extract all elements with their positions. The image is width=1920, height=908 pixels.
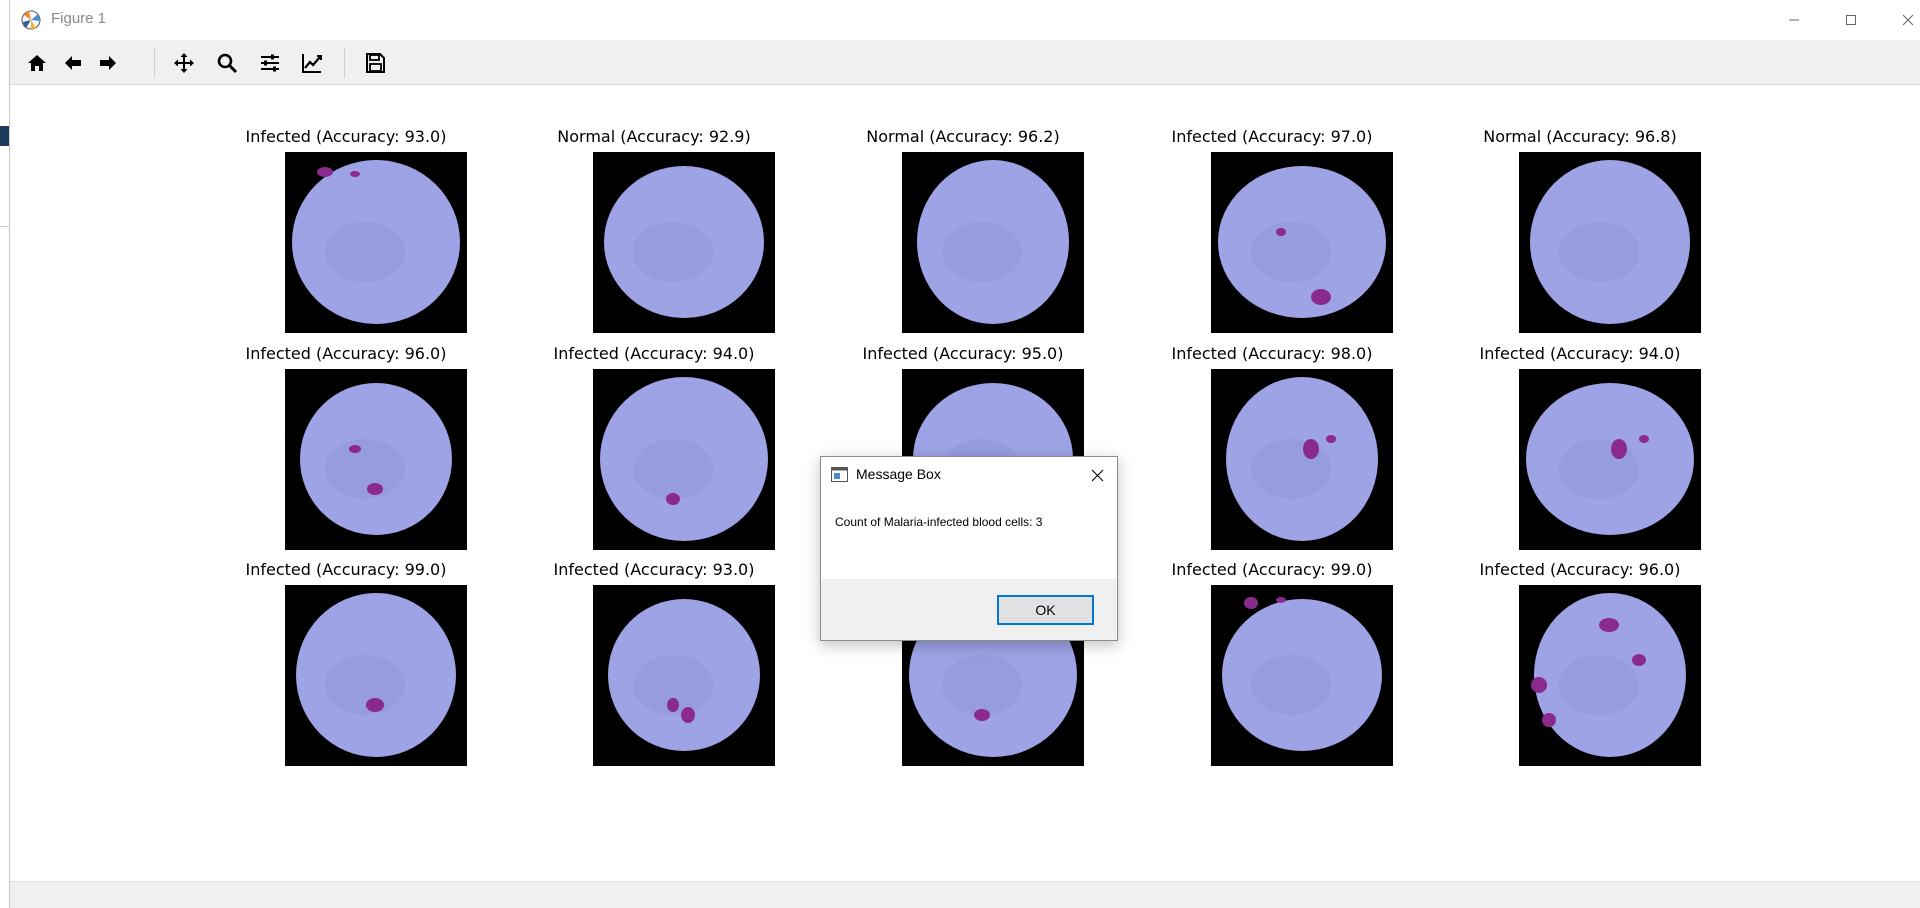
edit-axis-icon: [302, 54, 322, 73]
infected-blood-cell-image: [1211, 369, 1393, 550]
close-button[interactable]: [1885, 0, 1920, 40]
back-arrow-icon: [65, 56, 81, 70]
subplot-title: Normal (Accuracy: 96.2): [866, 127, 1060, 146]
status-bar: [10, 881, 1920, 908]
infected-blood-cell-image: [593, 369, 775, 550]
subplot-cell: Infected (Accuracy: 97.0): [1142, 127, 1402, 337]
ok-button[interactable]: OK: [997, 595, 1094, 625]
toolbar-separator: [344, 48, 345, 78]
message-box-title: Message Box: [856, 466, 941, 482]
minimize-icon: [1789, 19, 1799, 21]
navigation-toolbar: [10, 40, 1920, 85]
zoom-button[interactable]: [210, 46, 244, 80]
edit-axis-button[interactable]: [295, 46, 329, 80]
matplotlib-logo-icon: [20, 9, 42, 31]
forward-arrow-icon: [100, 56, 116, 70]
home-button[interactable]: [20, 46, 54, 80]
subplot-title: Infected (Accuracy: 99.0): [1171, 560, 1373, 579]
configure-subplots-button[interactable]: [253, 46, 287, 80]
figure-window: Figure 1 Infected (Accuracy: 93.0) Norma…: [9, 0, 1920, 908]
window-titlebar: Figure 1: [10, 0, 1920, 40]
desktop-divider: [0, 226, 9, 227]
message-box-footer: OK: [821, 579, 1117, 640]
configure-subplots-icon: [261, 54, 279, 72]
infected-blood-cell-image: [1519, 369, 1701, 550]
window-app-icon: [831, 467, 848, 482]
subplot-cell: Infected (Accuracy: 94.0): [1450, 344, 1710, 554]
window-title: Figure 1: [51, 10, 107, 27]
minimize-button[interactable]: [1771, 0, 1817, 40]
subplot-cell: Infected (Accuracy: 93.0): [216, 127, 476, 337]
save-icon: [366, 53, 385, 73]
normal-blood-cell-image: [1519, 152, 1701, 333]
forward-button[interactable]: [91, 46, 125, 80]
subplot-cell: Infected (Accuracy: 98.0): [1142, 344, 1402, 554]
subplot-title: Infected (Accuracy: 93.0): [245, 127, 447, 146]
message-box-dialog: Message Box Count of Malaria-infected bl…: [820, 456, 1118, 641]
back-button[interactable]: [56, 46, 90, 80]
subplot-title: Infected (Accuracy: 98.0): [1171, 344, 1373, 363]
toolbar-separator: [154, 48, 155, 78]
close-icon: [1902, 14, 1914, 26]
subplot-title: Infected (Accuracy: 99.0): [245, 560, 447, 579]
subplot-title: Infected (Accuracy: 95.0): [862, 344, 1064, 363]
subplot-title: Infected (Accuracy: 96.0): [1479, 560, 1681, 579]
infected-blood-cell-image: [285, 369, 467, 550]
message-box-close-button[interactable]: [1085, 463, 1109, 487]
infected-blood-cell-image: [1211, 585, 1393, 766]
zoom-icon: [217, 53, 238, 74]
message-box-text: Count of Malaria-infected blood cells: 3: [835, 515, 1043, 529]
subplot-cell: Infected (Accuracy: 93.0): [524, 560, 784, 770]
home-icon: [28, 55, 46, 71]
subplot-cell: Normal (Accuracy: 92.9): [524, 127, 784, 337]
normal-blood-cell-image: [593, 152, 775, 333]
normal-blood-cell-image: [902, 152, 1084, 333]
desktop-taskbar-fragment: [0, 126, 9, 146]
subplot-title: Infected (Accuracy: 93.0): [553, 560, 755, 579]
infected-blood-cell-image: [593, 585, 775, 766]
subplot-title: Infected (Accuracy: 96.0): [245, 344, 447, 363]
subplot-title: Normal (Accuracy: 96.8): [1483, 127, 1677, 146]
subplot-title: Normal (Accuracy: 92.9): [557, 127, 751, 146]
maximize-icon: [1846, 15, 1856, 25]
subplot-cell: Normal (Accuracy: 96.8): [1450, 127, 1710, 337]
infected-blood-cell-image: [285, 152, 467, 333]
subplot-cell: Infected (Accuracy: 99.0): [216, 560, 476, 770]
subplot-title: Infected (Accuracy: 97.0): [1171, 127, 1373, 146]
maximize-button[interactable]: [1828, 0, 1874, 40]
pan-icon: [174, 53, 194, 73]
save-button[interactable]: [358, 46, 392, 80]
subplot-cell: Infected (Accuracy: 99.0): [1142, 560, 1402, 770]
infected-blood-cell-image: [285, 585, 467, 766]
subplot-title: Infected (Accuracy: 94.0): [553, 344, 755, 363]
message-box-titlebar: Message Box: [821, 457, 1117, 493]
infected-blood-cell-image: [1211, 152, 1393, 333]
infected-blood-cell-image: [1519, 585, 1701, 766]
subplot-title: Infected (Accuracy: 94.0): [1479, 344, 1681, 363]
subplot-cell: Normal (Accuracy: 96.2): [833, 127, 1093, 337]
subplot-cell: Infected (Accuracy: 96.0): [1450, 560, 1710, 770]
pan-button[interactable]: [167, 46, 201, 80]
subplot-cell: Infected (Accuracy: 94.0): [524, 344, 784, 554]
message-box-body: Count of Malaria-infected blood cells: 3: [821, 493, 1117, 589]
close-icon: [1091, 469, 1103, 481]
subplot-cell: Infected (Accuracy: 96.0): [216, 344, 476, 554]
